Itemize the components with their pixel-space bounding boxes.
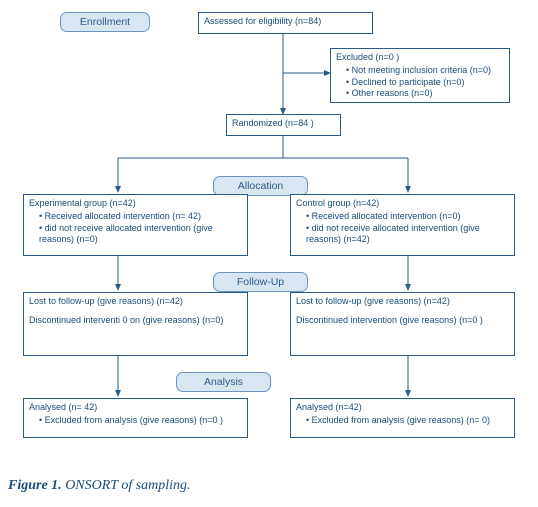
box-an-ctrl-title: Analysed (n=42)	[296, 402, 362, 412]
box-fu-ctrl-line1: Lost to follow-up (give reasons) (n=42)	[296, 296, 509, 307]
phase-enrollment: Enrollment	[60, 12, 150, 32]
box-alloc-experimental: Experimental group (n=42) Received alloc…	[23, 194, 248, 256]
box-alloc-ctrl-item: did not receive allocated intervention (…	[306, 223, 509, 246]
box-an-exp-title: Analysed (n= 42)	[29, 402, 97, 412]
phase-analysis-label: Analysis	[204, 376, 243, 388]
phase-enrollment-label: Enrollment	[80, 16, 130, 28]
figure-caption-text: ONSORT of sampling.	[62, 478, 191, 493]
box-alloc-ctrl-item: Received allocated intervention (n=0)	[306, 211, 509, 222]
phase-followup: Follow-Up	[213, 272, 308, 292]
figure-label: Figure 1.	[8, 478, 62, 493]
box-excluded-item: Declined to participate (n=0)	[346, 77, 504, 88]
box-excluded: Excluded (n=0 ) Not meeting inclusion cr…	[330, 48, 510, 103]
box-fu-ctrl-line2: Discontinued intervention (give reasons)…	[296, 315, 509, 326]
box-followup-control: Lost to follow-up (give reasons) (n=42) …	[290, 292, 515, 356]
box-excluded-item: Not meeting inclusion criteria (n=0)	[346, 65, 504, 76]
box-followup-experimental: Lost to follow-up (give reasons) (n=42) …	[23, 292, 248, 356]
box-fu-exp-line2: Discontinued interventi 0 on (give reaso…	[29, 315, 242, 326]
box-assessed-text: Assessed for eligibility (n=84)	[204, 16, 321, 26]
box-analysis-control: Analysed (n=42) Excluded from analysis (…	[290, 398, 515, 438]
box-excluded-title: Excluded (n=0 )	[336, 52, 399, 62]
box-assessed: Assessed for eligibility (n=84)	[198, 12, 373, 34]
phase-allocation-label: Allocation	[238, 180, 284, 192]
box-analysis-experimental: Analysed (n= 42) Excluded from analysis …	[23, 398, 248, 438]
box-fu-exp-line1: Lost to follow-up (give reasons) (n=42)	[29, 296, 242, 307]
box-alloc-exp-item: Received allocated intervention (n= 42)	[39, 211, 242, 222]
phase-allocation: Allocation	[213, 176, 308, 196]
box-an-ctrl-item: Excluded from analysis (give reasons) (n…	[306, 415, 509, 426]
phase-followup-label: Follow-Up	[237, 276, 284, 288]
box-alloc-exp-title: Experimental group (n=42)	[29, 198, 136, 208]
box-randomized-text: Randomized (n=84 )	[232, 118, 314, 128]
box-alloc-ctrl-title: Control group (n=42)	[296, 198, 379, 208]
consort-flow-diagram: Enrollment Assessed for eligibility (n=8…	[8, 8, 530, 468]
box-an-exp-item: Excluded from analysis (give reasons) (n…	[39, 415, 242, 426]
box-excluded-item: Other reasons (n=0)	[346, 88, 504, 99]
box-randomized: Randomized (n=84 )	[226, 114, 341, 136]
phase-analysis: Analysis	[176, 372, 271, 392]
box-alloc-control: Control group (n=42) Received allocated …	[290, 194, 515, 256]
box-alloc-exp-item: did not receive allocated intervention (…	[39, 223, 242, 246]
figure-caption: Figure 1. ONSORT of sampling.	[8, 478, 530, 494]
